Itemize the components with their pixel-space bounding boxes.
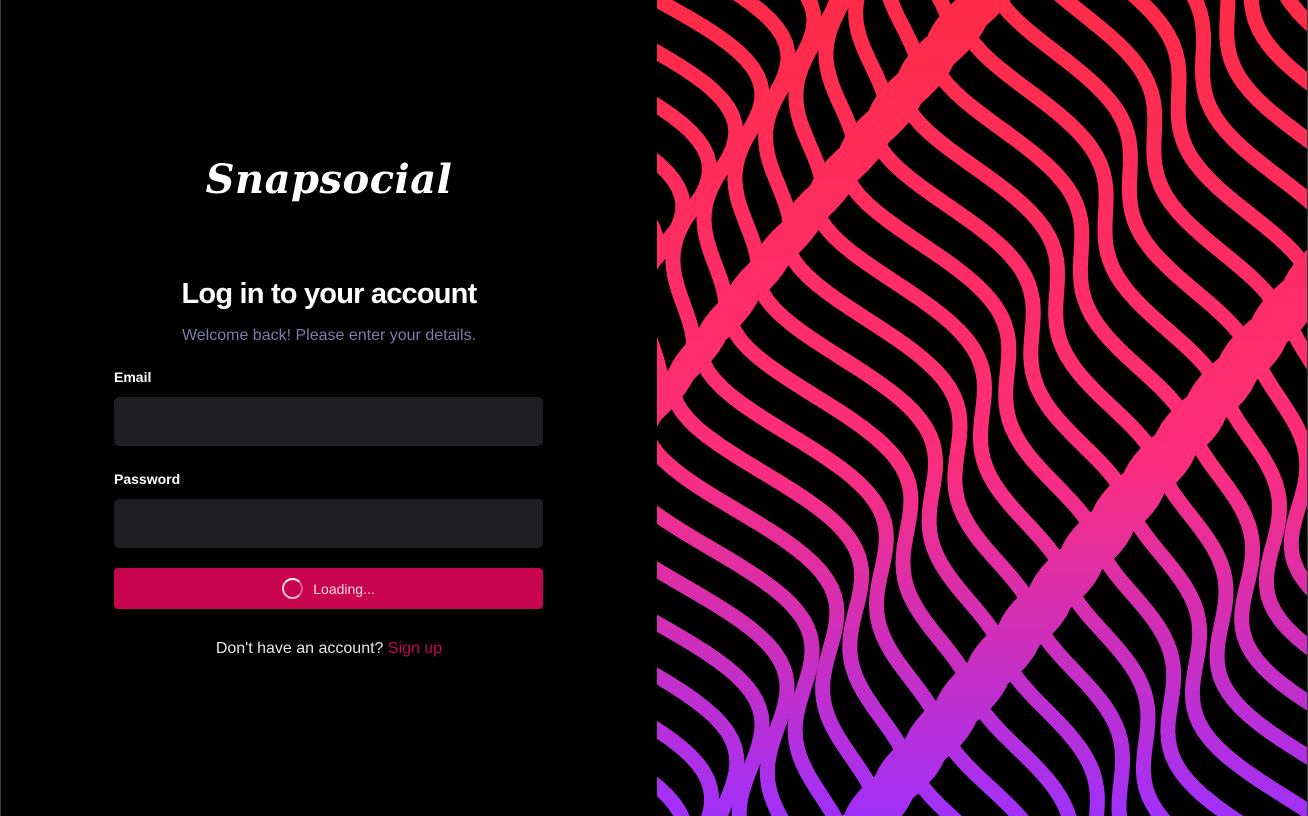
page-title: Log in to your account xyxy=(181,278,478,310)
email-field[interactable] xyxy=(114,397,543,446)
page-subtitle: Welcome back! Please enter your details. xyxy=(181,327,477,344)
login-page: Snapsocial Log in to your account Welcom… xyxy=(0,0,1308,816)
login-button-label: Loading... xyxy=(313,580,375,597)
signup-prompt-line: Don't have an account? Sign up xyxy=(1,640,657,658)
login-button[interactable]: Loading... xyxy=(114,568,543,609)
email-label: Email xyxy=(114,369,152,385)
spinner-icon xyxy=(282,578,304,599)
login-panel: Snapsocial Log in to your account Welcom… xyxy=(1,0,657,816)
password-label: Password xyxy=(114,471,181,487)
wave-pattern-image xyxy=(657,0,1307,816)
signup-prompt: Don't have an account? xyxy=(215,640,384,657)
password-field[interactable] xyxy=(114,499,543,548)
brand-logo: Snapsocial xyxy=(205,156,453,203)
signup-link[interactable]: Sign up xyxy=(388,640,442,657)
decorative-wave-artwork xyxy=(657,0,1307,816)
